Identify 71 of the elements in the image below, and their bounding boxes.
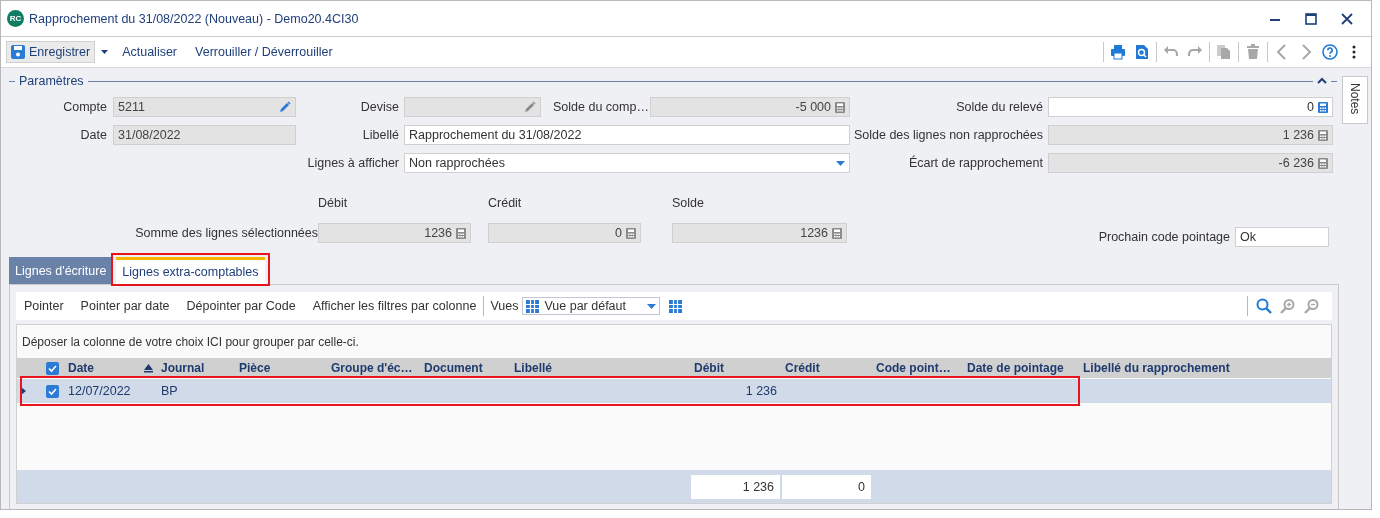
close-icon[interactable]: [1340, 11, 1354, 26]
number-field[interactable]: 1236: [318, 223, 471, 243]
field-label: Date: [79, 128, 107, 142]
view-dropdown[interactable]: Vue par défaut: [522, 297, 661, 315]
search-icon[interactable]: [1256, 298, 1272, 314]
toolbar-link[interactable]: Afficher les filtres par colonne: [312, 299, 477, 313]
text-field[interactable]: Ok: [1235, 227, 1329, 247]
caret-icon[interactable]: [647, 303, 657, 309]
column-label: Solde: [672, 196, 705, 210]
select-all-checkbox[interactable]: [46, 361, 59, 375]
column-header[interactable]: Débit: [690, 358, 781, 378]
column-header[interactable]: Journal: [157, 358, 235, 378]
help-icon[interactable]: [1322, 44, 1338, 60]
maximize-icon[interactable]: [1304, 11, 1318, 26]
tab[interactable]: Lignes d'écriture: [9, 257, 113, 284]
column-header[interactable]: Code point…: [872, 358, 963, 378]
group-hint: Déposer la colonne de votre choix ICI pour grouper par celle-ci.: [21, 333, 360, 351]
table-cell: 12/07/2022: [68, 384, 131, 398]
notes-tab[interactable]: Notes: [1342, 76, 1368, 124]
toolbar-link[interactable]: Pointer par date: [80, 299, 170, 313]
document-search-icon[interactable]: [1134, 44, 1150, 60]
column-header[interactable]: Date de pointage: [963, 358, 1079, 378]
field-label: Solde du relevé: [955, 100, 1043, 114]
column-label: Débit: [318, 196, 349, 210]
column-header[interactable]: Date: [64, 358, 157, 378]
column-header[interactable]: Groupe d'éc…: [327, 358, 420, 378]
column-header[interactable]: Libellé du rapprochement: [1079, 358, 1331, 378]
text-field[interactable]: Rapprochement du 31/08/2022: [404, 125, 850, 145]
column-header[interactable]: Document: [420, 358, 510, 378]
field-label: Prochain code pointage: [1098, 230, 1230, 244]
toolbar-link[interactable]: Actualiser: [122, 45, 178, 59]
table-cell: BP: [161, 384, 178, 398]
grid-icon[interactable]: [669, 299, 683, 313]
field-label: Lignes à afficher: [306, 156, 399, 170]
app-logo: RC: [7, 10, 24, 27]
row-checkbox[interactable]: [46, 384, 59, 398]
column-header[interactable]: Crédit: [781, 358, 872, 378]
save-icon: [11, 45, 25, 59]
toolbar-link[interactable]: Dépointer par Code: [186, 299, 296, 313]
calculator-icon: [456, 227, 466, 239]
table-cell: 1 236: [745, 384, 777, 398]
field-label: Solde des lignes non rapprochées: [852, 128, 1043, 142]
field-label: Somme des lignes sélectionnées: [134, 226, 318, 240]
number-field[interactable]: 0: [488, 223, 641, 243]
column-header[interactable]: Libellé: [510, 358, 690, 378]
window-title: Rapprochement du 31/08/2022 (Nouveau) - Demo20.4CI30: [29, 11, 360, 26]
number-field[interactable]: 1236: [672, 223, 847, 243]
section-title: Paramètres: [19, 74, 84, 88]
toolbar-link[interactable]: Verrouiller / Déverrouiller: [195, 45, 333, 59]
calculator-icon: [626, 227, 636, 239]
summary-field: 1 236: [691, 474, 780, 499]
field-label: Écart de rapprochement: [907, 156, 1043, 170]
grid-icon: [526, 299, 540, 313]
toolbar-link[interactable]: Pointer: [24, 299, 64, 313]
field-label: Libellé: [361, 128, 399, 142]
caret-right-icon[interactable]: [21, 387, 27, 395]
calculator-icon: [832, 227, 842, 239]
save-button[interactable]: Enregistrer: [6, 41, 96, 63]
printer-icon[interactable]: [1110, 44, 1126, 60]
field-label: Vues: [490, 299, 519, 313]
collapse-icon[interactable]: [1317, 77, 1327, 85]
number-field[interactable]: 0: [1048, 97, 1333, 117]
caret-icon[interactable]: [836, 160, 845, 166]
field-label: Devise: [359, 100, 399, 114]
summary-field: 0: [782, 474, 871, 499]
caret-icon[interactable]: [101, 50, 109, 54]
field-label: Compte: [62, 100, 107, 114]
column-header[interactable]: Pièce: [235, 358, 327, 378]
field-label: Solde du comp…: [553, 100, 646, 114]
column-label: Crédit: [488, 196, 523, 210]
dropdown[interactable]: Non rapprochées: [404, 153, 850, 173]
